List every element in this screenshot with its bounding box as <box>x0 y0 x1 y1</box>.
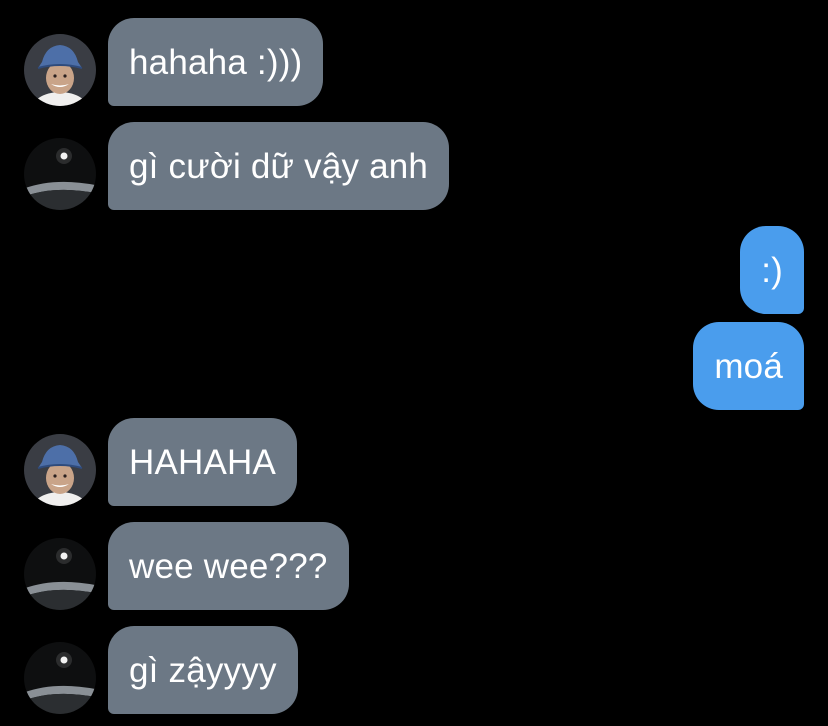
message-row: wee wee??? <box>0 522 828 610</box>
message-text: wee wee??? <box>129 546 328 586</box>
message-row: gì zậyyyy <box>0 626 828 714</box>
message-text: :) <box>761 250 783 290</box>
message-bubble[interactable]: hahaha :))) <box>108 18 324 106</box>
message-text: gì cười dữ vậy anh <box>129 146 429 186</box>
avatar-dark-light-icon[interactable] <box>24 538 96 610</box>
avatar-person-bucket-hat-icon[interactable] <box>24 434 96 506</box>
message-row: hahaha :))) <box>0 18 828 106</box>
message-text: hahaha :))) <box>129 42 303 82</box>
message-row: HAHAHA <box>0 418 828 506</box>
message-text: HAHAHA <box>129 442 277 482</box>
avatar-person-bucket-hat-icon[interactable] <box>24 34 96 106</box>
message-row: gì cười dữ vậy anh <box>0 122 828 210</box>
message-text: moá <box>714 346 783 386</box>
message-row: :) <box>0 226 828 314</box>
avatar-dark-light-icon[interactable] <box>24 642 96 714</box>
message-row: moá <box>0 322 828 410</box>
message-bubble[interactable]: gì zậyyyy <box>108 626 298 714</box>
avatar-dark-light-icon[interactable] <box>24 138 96 210</box>
message-bubble[interactable]: :) <box>740 226 804 314</box>
message-bubble[interactable]: HAHAHA <box>108 418 298 506</box>
message-bubble[interactable]: wee wee??? <box>108 522 349 610</box>
message-bubble[interactable]: gì cười dữ vậy anh <box>108 122 450 210</box>
message-text: gì zậyyyy <box>129 650 277 690</box>
message-bubble[interactable]: moá <box>693 322 804 410</box>
